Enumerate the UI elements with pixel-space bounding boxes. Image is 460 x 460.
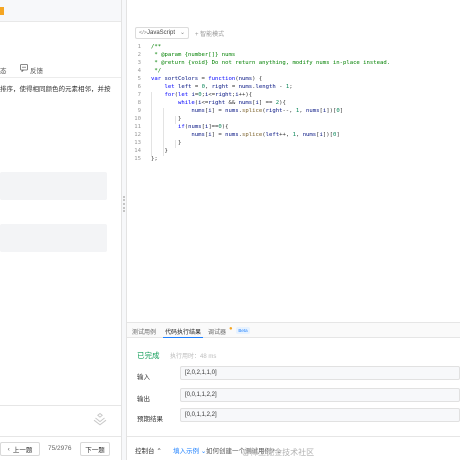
code-line[interactable]: 8 while(i<=right && nums[i] == 2){	[127, 100, 460, 108]
expected-value: [0,0,1,1,2,2]	[180, 408, 460, 422]
header-accent-mark	[0, 7, 4, 15]
line-number: 3	[137, 60, 141, 66]
line-number: 6	[137, 84, 141, 90]
debugger-icon: ●	[229, 326, 233, 332]
line-number: 12	[134, 132, 141, 138]
status-tab-label[interactable]: 态	[0, 65, 7, 75]
line-number: 15	[134, 156, 141, 162]
code-line[interactable]: 5 var sortColors = function(nums) {	[127, 76, 460, 84]
code-text: var sortColors = function(nums) {	[151, 76, 263, 82]
input-value: [2,0,2,1,1,0]	[180, 366, 460, 380]
code-text: */	[151, 68, 162, 74]
tab-run-result[interactable]: 代码执行结果	[165, 327, 201, 336]
chevron-down-icon: ⌄	[179, 30, 185, 36]
line-number: 9	[137, 108, 141, 114]
fill-example-button[interactable]: 填入示例 ⌄	[173, 445, 206, 455]
feedback-link[interactable]: 反馈	[30, 65, 43, 75]
problem-action-row: 态 反馈	[0, 62, 121, 76]
line-number: 7	[137, 92, 141, 98]
divider	[0, 77, 121, 78]
line-number: 8	[137, 100, 141, 106]
line-number: 11	[134, 124, 141, 130]
feedback-icon	[20, 64, 28, 72]
code-line[interactable]: 2 * @param {number[]} nums	[127, 52, 460, 60]
chevron-left-icon: ‹	[7, 445, 10, 453]
problem-panel: 态 反馈 排序，使得相同颜色的元素相邻，并按 ‹ 上一题 75/2976 下一题	[0, 0, 121, 460]
tab-test-cases[interactable]: 测试用例	[132, 327, 156, 336]
fill-example-label: 填入示例	[173, 448, 199, 455]
code-text: if(nums[i]==0){	[177, 124, 229, 130]
prev-problem-button[interactable]: ‹ 上一题	[0, 442, 40, 456]
editor-toolbar: </> JavaScript ⌄ + 智能模式	[127, 24, 460, 40]
result-row-label: 输入	[137, 374, 150, 381]
problem-header-bar	[0, 0, 121, 22]
code-line[interactable]: 1 /**	[127, 44, 460, 52]
code-text: nums[i] = nums.splice(left++, 1, nums[i]…	[191, 132, 340, 138]
example-block	[0, 224, 107, 252]
run-status: 已完成	[137, 351, 160, 360]
chevron-up-icon: ⌃	[156, 448, 162, 455]
example-block	[0, 172, 107, 200]
language-select-value: JavaScript	[147, 30, 176, 36]
next-problem-label: 下一题	[85, 447, 105, 454]
language-select[interactable]: </> JavaScript ⌄	[135, 27, 189, 39]
code-text: /**	[151, 44, 162, 50]
problem-counter: 75/2976	[48, 445, 72, 452]
console-label: 控制台	[135, 448, 155, 455]
juejin-logo-icon	[93, 412, 107, 426]
code-text: * @return {void} Do not return anything,…	[151, 60, 391, 66]
line-number: 10	[134, 116, 141, 122]
beta-badge: Beta	[236, 327, 250, 334]
console-toggle[interactable]: 控制台 ⌃	[135, 445, 162, 455]
line-number: 4	[137, 68, 141, 74]
tab-debugger[interactable]: 调试器	[208, 327, 226, 336]
code-panel: </> JavaScript ⌄ + 智能模式 1 /** 2 * @param {…	[127, 0, 460, 460]
code-line[interactable]: 15};	[127, 156, 460, 164]
pagination-bar: ‹ 上一题 75/2976 下一题	[0, 436, 121, 460]
code-text: }	[151, 148, 168, 154]
code-icon: </>	[139, 30, 147, 36]
next-problem-button[interactable]: 下一题	[80, 442, 110, 456]
smart-mode-toggle[interactable]: + 智能模式	[195, 29, 224, 38]
code-text: }	[151, 140, 182, 146]
code-line[interactable]: 4 */	[127, 68, 460, 76]
prev-problem-label: 上一题	[12, 447, 33, 454]
code-editor[interactable]: 1/** 2 * @param {number[]} nums 3 * @retur…	[127, 42, 460, 320]
code-text: for(let i=0;i<=right;i++){	[164, 92, 253, 98]
active-tab-indicator	[163, 337, 203, 338]
code-text: nums[i] = nums.splice(right--, 1, nums[i…	[191, 108, 344, 114]
code-line[interactable]: 10 }	[127, 116, 460, 124]
line-number: 2	[137, 52, 141, 58]
code-text: };	[151, 156, 158, 162]
code-text: * @param {number[]} nums	[151, 52, 236, 58]
drag-grip-icon	[123, 196, 125, 212]
line-number: 5	[137, 76, 141, 82]
code-line[interactable]: 7 for(let i=0;i<=right;i++){	[127, 92, 460, 100]
result-tabs: 测试用例 代码执行结果 调试器 ● Beta	[127, 322, 460, 338]
problem-description: 排序，使得相同颜色的元素相邻，并按	[0, 86, 111, 93]
code-line[interactable]: 14 }	[127, 148, 460, 156]
divider	[0, 405, 121, 406]
code-line[interactable]: 9 nums[i] = nums.splice(right--, 1, nums…	[127, 108, 460, 116]
code-line[interactable]: 11 if(nums[i]==0){	[127, 124, 460, 132]
code-line[interactable]: 3 * @return {void} Do not return anythin…	[127, 60, 460, 68]
line-number: 1	[137, 44, 141, 50]
smart-mode-label: 智能模式	[200, 32, 225, 38]
result-row-label: 输出	[137, 396, 150, 403]
result-row-label: 预期结果	[137, 416, 163, 423]
exec-time: 执行用时：48 ms	[170, 354, 217, 360]
watermark: @稀土掘金技术社区	[242, 448, 315, 457]
code-text: while(i<=right && nums[i] == 2){	[177, 100, 286, 106]
code-line[interactable]: 12 nums[i] = nums.splice(left++, 1, nums…	[127, 132, 460, 140]
code-line[interactable]: 13 }	[127, 140, 460, 148]
line-number: 14	[134, 148, 141, 154]
output-value: [0,0,1,1,2,2]	[180, 388, 460, 402]
code-text: }	[151, 116, 182, 122]
code-line[interactable]: 6 let left = 0, right = nums.length - 1;	[127, 84, 460, 92]
code-text: let left = 0, right = nums.length - 1;	[164, 84, 293, 90]
line-number: 13	[134, 140, 141, 146]
